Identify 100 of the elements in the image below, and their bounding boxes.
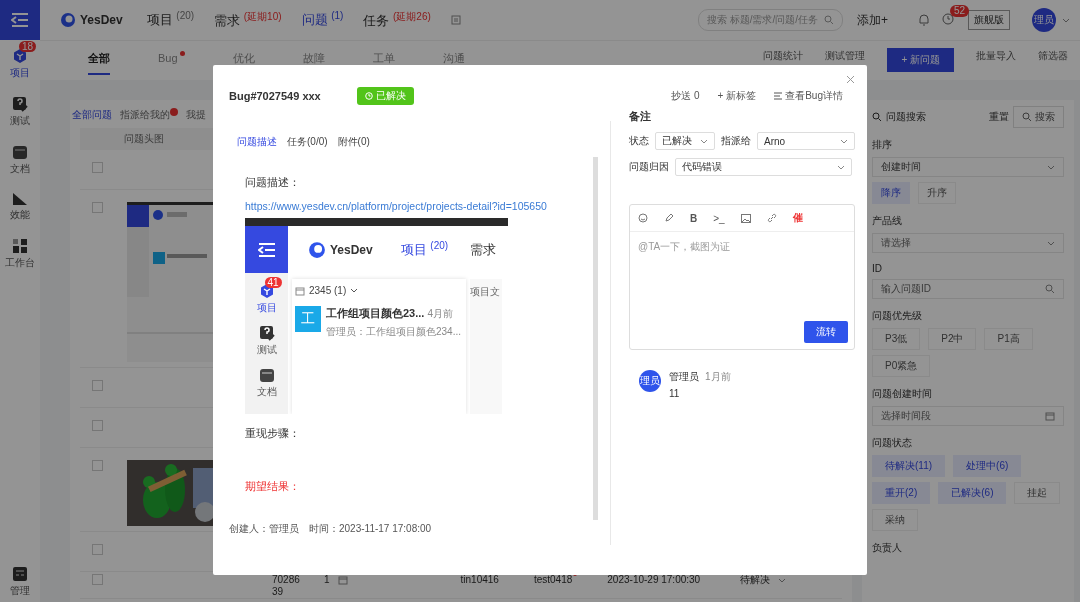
view-detail-link[interactable]: 查看Bug详情 bbox=[785, 89, 843, 103]
field-label: 排序 bbox=[872, 138, 893, 152]
nav-tab[interactable]: 需求 $^{(延期10)}$ bbox=[214, 9, 282, 31]
creator-text: 创建人：管理员 bbox=[229, 522, 299, 536]
table-cell-text: 7028639 bbox=[272, 574, 301, 598]
user-avatar[interactable]: 理员 bbox=[1032, 8, 1056, 32]
cube-icon[interactable] bbox=[12, 48, 28, 64]
emoji-icon[interactable] bbox=[638, 213, 648, 223]
panel-icon[interactable] bbox=[12, 566, 28, 582]
folder-icon[interactable] bbox=[258, 367, 275, 383]
detail-tab[interactable]: 问题描述 bbox=[237, 135, 277, 149]
submit-button[interactable]: 流转 bbox=[804, 321, 848, 343]
category-tab[interactable]: Bug bbox=[158, 51, 185, 65]
user-avatar: 理员 bbox=[639, 370, 661, 392]
order-toggle[interactable]: 降序 bbox=[872, 182, 910, 204]
caret-icon bbox=[1047, 164, 1055, 170]
assignee-select[interactable]: Arno bbox=[757, 132, 855, 150]
date-range-field[interactable]: 选择时间段 bbox=[872, 406, 1064, 426]
category-tab[interactable]: 沟通 bbox=[442, 51, 465, 65]
nav-label[interactable]: 工作台 bbox=[5, 256, 35, 270]
category-tab[interactable]: 工单 bbox=[372, 51, 395, 65]
row-checkbox[interactable] bbox=[92, 544, 103, 555]
grid-icon[interactable] bbox=[12, 238, 28, 254]
category-tab[interactable]: 故障 bbox=[302, 51, 325, 65]
toolbar-link[interactable]: 筛选器 bbox=[1038, 50, 1068, 62]
detail-tab[interactable]: 附件(0) bbox=[337, 135, 370, 149]
status-chip[interactable]: 挂起 bbox=[1014, 482, 1061, 504]
row-checkbox[interactable] bbox=[92, 202, 103, 213]
note-pen-icon[interactable] bbox=[12, 96, 28, 112]
add-button[interactable]: 添加+ bbox=[857, 11, 888, 29]
pen-icon[interactable] bbox=[664, 213, 674, 223]
nav-tab[interactable]: 任务 $^{(延期26)}$ bbox=[363, 9, 431, 31]
status-chip[interactable]: 待解决(11) bbox=[872, 455, 946, 477]
nav-tab[interactable]: 问题 $^{(1)}$ bbox=[301, 10, 344, 30]
nav-label[interactable]: 测试 bbox=[10, 114, 30, 128]
issue-link[interactable]: https://www.yesdev.cn/platform/project/projects-detail?id=105650 bbox=[245, 200, 547, 212]
detail-tab[interactable]: 任务(0/0) bbox=[287, 135, 328, 149]
filter-tab[interactable]: 我提 bbox=[186, 108, 206, 122]
close-icon[interactable] bbox=[846, 75, 855, 84]
nav-tab[interactable]: 项目 $^{(20)}$ bbox=[146, 10, 195, 30]
priority-chip[interactable]: P3低 bbox=[872, 328, 921, 350]
status-chip[interactable]: 已解决(6) bbox=[938, 482, 1007, 504]
clock-icon[interactable] bbox=[942, 13, 954, 25]
filter-tab[interactable]: 全部问题 bbox=[72, 108, 112, 122]
cc-link[interactable]: 抄送 0 bbox=[671, 89, 700, 103]
menu-icon[interactable] bbox=[11, 13, 29, 27]
order-toggle[interactable]: 升序 bbox=[918, 182, 956, 204]
id-field[interactable]: 输入问题ID bbox=[872, 279, 1064, 299]
category-tab[interactable]: 全部 bbox=[88, 51, 110, 75]
section-heading: 备注 bbox=[629, 109, 652, 124]
priority-chip[interactable]: P2中 bbox=[928, 328, 977, 350]
status-chip[interactable]: 处理中(6) bbox=[953, 455, 1022, 477]
new-issue-button[interactable]: + 新问题 bbox=[887, 48, 954, 72]
nav-label[interactable]: 项目 bbox=[10, 66, 30, 80]
status-select[interactable]: 待解决 bbox=[740, 574, 787, 586]
row-checkbox[interactable] bbox=[92, 460, 103, 471]
toolbar-link[interactable]: 问题统计 bbox=[763, 50, 804, 62]
menu-icon[interactable] bbox=[257, 242, 276, 257]
chart-icon[interactable] bbox=[12, 192, 28, 206]
status-select[interactable]: 已解决 bbox=[655, 132, 715, 150]
new-tag-link[interactable]: + 新标签 bbox=[717, 89, 757, 103]
reset-link[interactable]: 重置 bbox=[989, 110, 1009, 124]
search-icon bbox=[872, 112, 882, 122]
row-checkbox[interactable] bbox=[92, 574, 103, 585]
row-checkbox[interactable] bbox=[92, 380, 103, 391]
link-icon[interactable] bbox=[766, 213, 777, 223]
bell-icon[interactable] bbox=[918, 14, 930, 26]
bold-button[interactable]: B bbox=[690, 212, 698, 224]
filter-tab[interactable]: 指派给我的 bbox=[120, 108, 170, 122]
menu-button[interactable] bbox=[0, 0, 40, 40]
search-icon bbox=[1045, 284, 1055, 294]
sort-select[interactable]: 创建时间 bbox=[872, 157, 1064, 177]
code-button[interactable]: >_ bbox=[713, 212, 725, 224]
panel-title: 问题搜索 bbox=[886, 110, 926, 124]
status-chip[interactable]: 采纳 bbox=[872, 509, 918, 531]
cause-select[interactable]: 代码错误 bbox=[675, 158, 852, 176]
row-checkbox[interactable] bbox=[92, 420, 103, 431]
image-icon[interactable] bbox=[740, 213, 751, 223]
note-pen-icon[interactable] bbox=[258, 325, 275, 341]
comment-text: 11 bbox=[669, 388, 681, 399]
toolbar-link[interactable]: 测试管理 bbox=[825, 50, 866, 62]
search-button[interactable]: 搜索 bbox=[1013, 106, 1064, 128]
status-chip[interactable]: 重开(2) bbox=[872, 482, 931, 504]
logo-icon bbox=[60, 12, 76, 28]
nav-label[interactable]: 效能 bbox=[10, 208, 30, 222]
row-checkbox[interactable] bbox=[92, 162, 103, 173]
caret-icon bbox=[1047, 240, 1055, 246]
edition-badge[interactable]: 旗舰版 bbox=[968, 10, 1010, 30]
nav-label[interactable]: 文档 bbox=[10, 162, 30, 176]
category-tab[interactable]: 优化 bbox=[232, 51, 255, 65]
priority-chip[interactable]: P1高 bbox=[984, 328, 1033, 350]
product-select[interactable]: 请选择 bbox=[872, 233, 1064, 253]
logo-text: YesDev bbox=[330, 242, 373, 257]
status-badge: 已解决 bbox=[356, 87, 414, 105]
toolbar-link[interactable]: 批量导入 bbox=[976, 50, 1016, 62]
priority-chip[interactable]: P0紧急 bbox=[872, 355, 931, 377]
urge-button[interactable]: 催 bbox=[792, 211, 803, 225]
count-badge: 18 bbox=[19, 41, 37, 52]
folder-icon[interactable] bbox=[12, 144, 28, 160]
nav-label[interactable]: 管理 bbox=[10, 584, 30, 598]
